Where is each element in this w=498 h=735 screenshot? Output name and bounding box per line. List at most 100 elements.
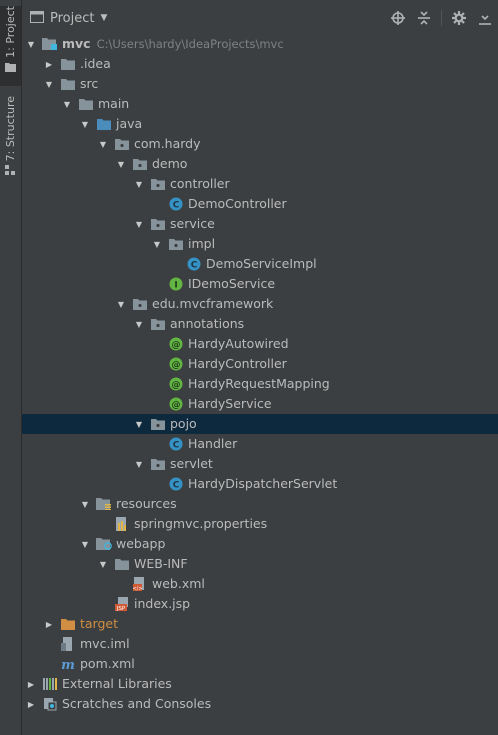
chevron-down-icon[interactable]: ▼ xyxy=(133,414,145,434)
tree-item-text: DemoServiceImpl xyxy=(206,256,317,271)
chevron-down-icon[interactable]: ▼ xyxy=(25,34,37,54)
chevron-down-icon[interactable]: ▼ xyxy=(115,154,127,174)
view-selector[interactable]: Project ▼ xyxy=(30,10,107,26)
tree-row[interactable]: ▼ mvc C:\Users\hardy\IdeaProjects\mvc xyxy=(22,34,498,54)
package-icon xyxy=(150,177,166,191)
tree-item-text: com.hardy xyxy=(134,136,201,151)
tree-row[interactable]: @ HardyAutowired xyxy=(22,334,498,354)
tree-row[interactable]: ▶ target xyxy=(22,614,498,634)
tree-row[interactable]: @ HardyRequestMapping xyxy=(22,374,498,394)
tree-row[interactable]: ▼ webapp xyxy=(22,534,498,554)
tree-item-label: DemoServiceImpl xyxy=(206,254,317,274)
tree-row[interactable]: </> web.xml xyxy=(22,574,498,594)
svg-text:@: @ xyxy=(172,341,181,351)
tree-row[interactable]: C DemoServiceImpl xyxy=(22,254,498,274)
tree-row[interactable]: ▼ java xyxy=(22,114,498,134)
tree-row[interactable]: ▼ pojo xyxy=(22,414,498,434)
project-title: Project xyxy=(50,10,95,26)
tree-item-label: mvc.iml xyxy=(80,634,130,654)
tree-item-text: webapp xyxy=(116,536,166,551)
package-icon xyxy=(150,317,166,331)
tree-row[interactable]: C DemoController xyxy=(22,194,498,214)
tree-row[interactable]: ▼ WEB-INF xyxy=(22,554,498,574)
module-folder-icon xyxy=(42,37,58,51)
annotation-icon: @ xyxy=(168,357,184,371)
tree-row[interactable]: ▶ .idea xyxy=(22,54,498,74)
tree-row[interactable]: ▼ servlet xyxy=(22,454,498,474)
tree-item-label: pojo xyxy=(170,414,197,434)
tree-row[interactable]: I IDemoService xyxy=(22,274,498,294)
collapse-all-icon[interactable] xyxy=(411,0,437,36)
tree-row[interactable]: springmvc.properties xyxy=(22,514,498,534)
chevron-down-icon[interactable]: ▼ xyxy=(97,554,109,574)
tree-item-text: HardyAutowired xyxy=(188,336,289,351)
tree-item-text: HardyRequestMapping xyxy=(188,376,330,391)
tree-item-text: Scratches and Consoles xyxy=(62,696,212,711)
chevron-right-icon[interactable]: ▶ xyxy=(25,674,37,694)
svg-text:m: m xyxy=(61,658,75,671)
tree-row[interactable]: ▼ controller xyxy=(22,174,498,194)
tree-row[interactable]: ▼ service xyxy=(22,214,498,234)
iml-file-icon xyxy=(60,637,76,651)
chevron-down-icon[interactable]: ▼ xyxy=(97,134,109,154)
annotation-icon: @ xyxy=(168,397,184,411)
tree-item-label: com.hardy xyxy=(134,134,201,154)
tree-item-text: mvc.iml xyxy=(80,636,130,651)
properties-file-icon xyxy=(114,517,130,531)
tree-item-label: WEB-INF xyxy=(134,554,188,574)
tree-row[interactable]: C HardyDispatcherServlet xyxy=(22,474,498,494)
hide-icon[interactable] xyxy=(472,0,498,36)
tree-item-text: .idea xyxy=(80,56,111,71)
tree-item-label: controller xyxy=(170,174,230,194)
chevron-down-icon[interactable]: ▼ xyxy=(133,454,145,474)
tree-row[interactable]: ▼ impl xyxy=(22,234,498,254)
chevron-right-icon[interactable]: ▶ xyxy=(43,614,55,634)
tree-row[interactable]: mvc.iml xyxy=(22,634,498,654)
gear-icon[interactable] xyxy=(446,0,472,36)
chevron-right-icon[interactable]: ▶ xyxy=(43,54,55,74)
tree-row[interactable]: ▶ Scratches and Consoles xyxy=(22,694,498,714)
tree-row[interactable]: ▼ demo xyxy=(22,154,498,174)
tree-item-label: Scratches and Consoles xyxy=(62,694,211,714)
tree-row[interactable]: ▼ annotations xyxy=(22,314,498,334)
structure-tool-tab[interactable]: 7: Structure xyxy=(0,96,21,182)
tree-row[interactable]: ▼ edu.mvcframework xyxy=(22,294,498,314)
chevron-down-icon[interactable]: ▼ xyxy=(61,94,73,114)
xml-file-icon: </> xyxy=(132,577,148,591)
chevron-down-icon[interactable]: ▼ xyxy=(79,114,91,134)
tree-item-label: pom.xml xyxy=(80,654,135,674)
project-tool-tab[interactable]: 1: Project xyxy=(0,6,21,86)
tree-item-text: annotations xyxy=(170,316,245,331)
tree-row[interactable]: ▶ External Libraries xyxy=(22,674,498,694)
tree-item-text: java xyxy=(116,116,143,131)
tree-item-label: main xyxy=(98,94,129,114)
chevron-down-icon[interactable]: ▼ xyxy=(151,234,163,254)
structure-tab-label: 7: Structure xyxy=(4,96,17,162)
tree-row[interactable]: m pom.xml xyxy=(22,654,498,674)
package-icon xyxy=(150,457,166,471)
tree-item-text: mvc xyxy=(62,36,91,51)
folder-icon xyxy=(114,557,130,571)
chevron-down-icon[interactable]: ▼ xyxy=(133,214,145,234)
chevron-down-icon[interactable]: ▼ xyxy=(115,294,127,314)
tree-row[interactable]: @ HardyController xyxy=(22,354,498,374)
tree-row[interactable]: ▼ resources xyxy=(22,494,498,514)
tree-item-text: springmvc.properties xyxy=(134,516,268,531)
tree-row[interactable]: ▼ src xyxy=(22,74,498,94)
tree-item-label: springmvc.properties xyxy=(134,514,267,534)
chevron-right-icon[interactable]: ▶ xyxy=(25,694,37,714)
chevron-down-icon[interactable]: ▼ xyxy=(133,314,145,334)
chevron-down-icon[interactable]: ▼ xyxy=(43,74,55,94)
tree-row[interactable]: @ HardyService xyxy=(22,394,498,414)
tree-row[interactable]: C Handler xyxy=(22,434,498,454)
tree-item-text: IDemoService xyxy=(188,276,276,291)
tree-row[interactable]: ▼ com.hardy xyxy=(22,134,498,154)
tree-row[interactable]: ▼ main xyxy=(22,94,498,114)
chevron-down-icon[interactable]: ▼ xyxy=(133,174,145,194)
chevron-down-icon[interactable]: ▼ xyxy=(79,534,91,554)
locate-target-icon[interactable] xyxy=(385,0,411,36)
chevron-down-icon[interactable]: ▼ xyxy=(79,494,91,514)
tree-item-text: HardyController xyxy=(188,356,287,371)
tree-row[interactable]: JSP index.jsp xyxy=(22,594,498,614)
tree-item-text: controller xyxy=(170,176,230,191)
